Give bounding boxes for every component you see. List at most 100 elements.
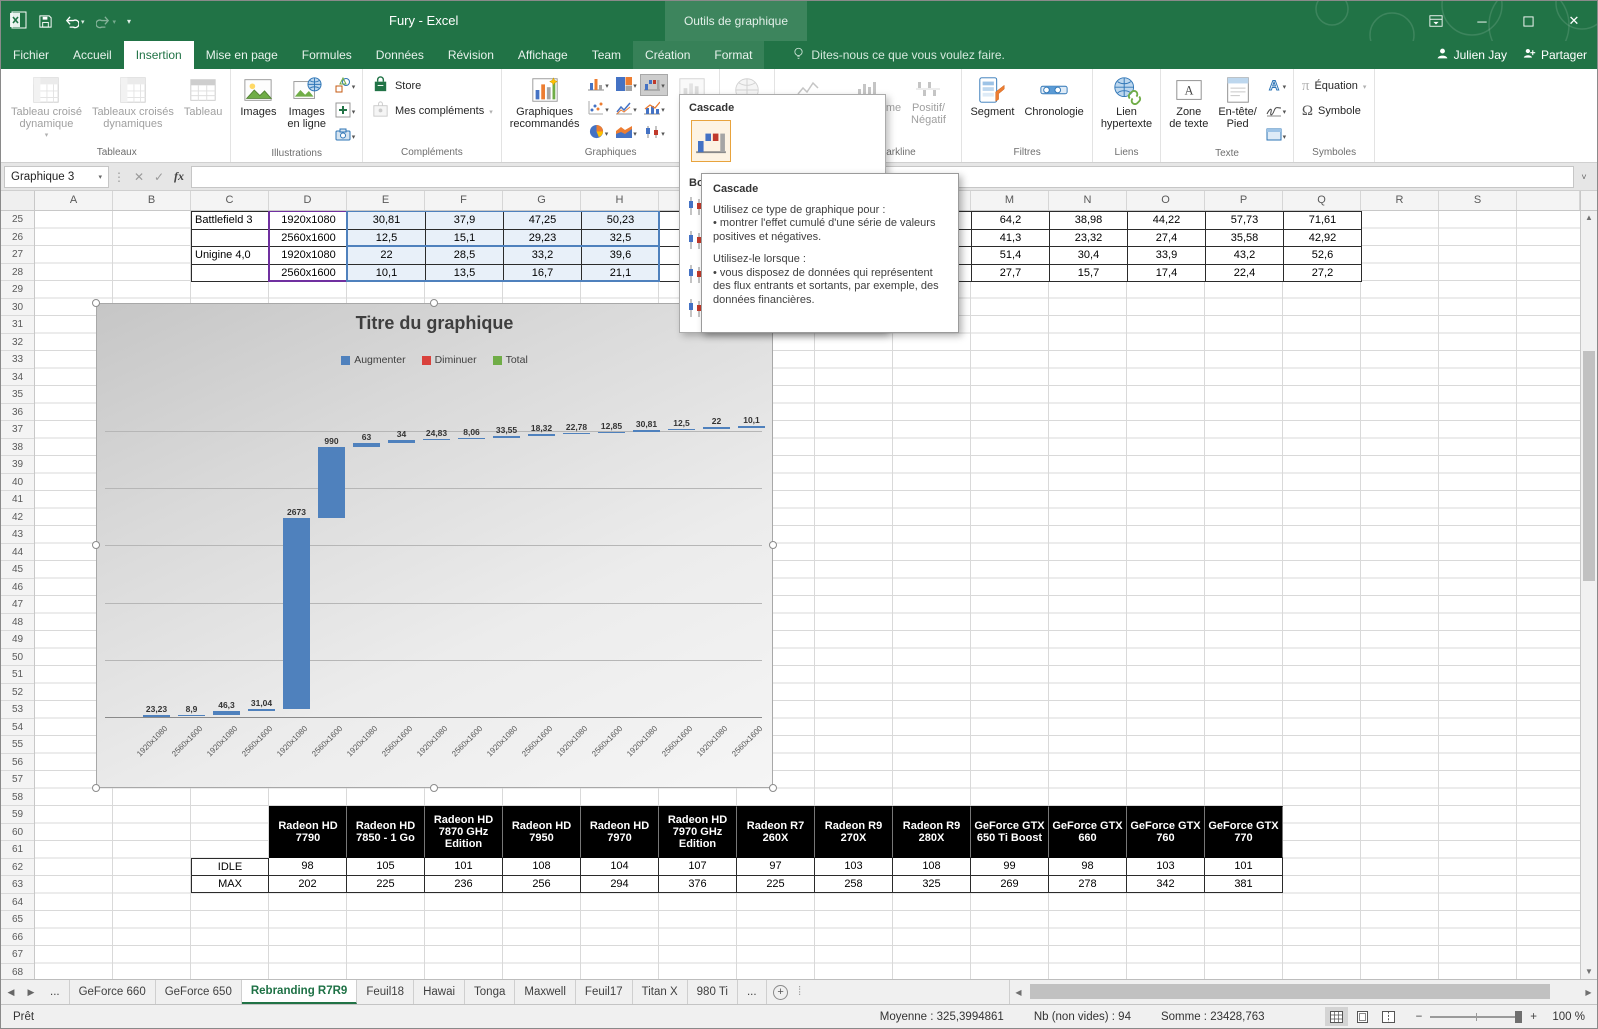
column-header-N[interactable]: N (1049, 191, 1127, 210)
row-header-40[interactable]: 40 (1, 474, 34, 492)
waterfall-bar[interactable] (213, 711, 240, 714)
gpu-cell[interactable]: 225 (737, 876, 815, 894)
cell-O26[interactable]: 27,4 (1128, 230, 1206, 248)
cell-M25[interactable]: 64,2 (972, 212, 1050, 230)
gpu-cell[interactable]: 225 (347, 876, 425, 894)
slicer-button[interactable]: Segment (965, 70, 1019, 146)
cell-M28[interactable]: 27,7 (972, 265, 1050, 283)
column-header-A[interactable]: A (35, 191, 113, 210)
cell-E25[interactable]: 30,81 (348, 212, 426, 230)
sparkline-winloss-button[interactable]: Positif/ Négatif (898, 70, 958, 146)
waterfall-bar[interactable] (528, 434, 555, 436)
cell-F25[interactable]: 37,9 (426, 212, 504, 230)
chart-graphique-3[interactable]: Titre du graphiqueAugmenterDiminuerTotal… (96, 303, 773, 788)
row-header-59[interactable]: 59 (1, 806, 34, 824)
cell-P27[interactable]: 43,2 (1206, 247, 1284, 265)
row-header-65[interactable]: 65 (1, 911, 34, 929)
tab-révision[interactable]: Révision (436, 41, 506, 69)
sheet-tab[interactable]: ... (41, 980, 70, 1004)
column-header-P[interactable]: P (1205, 191, 1283, 210)
gpu-cell[interactable]: 103 (815, 858, 893, 876)
cell-M26[interactable]: 41,3 (972, 230, 1050, 248)
waterfall-bar[interactable] (143, 715, 170, 717)
scroll-down-icon[interactable]: ▼ (1581, 965, 1597, 979)
cell-N28[interactable]: 15,7 (1050, 265, 1128, 283)
page-layout-view-button[interactable] (1351, 1007, 1374, 1026)
tell-me-search[interactable]: Dites-nous ce que vous voulez faire. (792, 41, 1004, 69)
pivot-table-button[interactable]: Tableau croisé dynamique▾ (6, 70, 87, 146)
gpu-cell[interactable]: 325 (893, 876, 971, 894)
column-header-Q[interactable]: Q (1283, 191, 1361, 210)
equation-button[interactable]: πÉquation▾ (1297, 75, 1372, 97)
row-header-29[interactable]: 29 (1, 281, 34, 299)
waterfall-bar[interactable] (248, 709, 275, 711)
insert-hierarchy-chart-button[interactable]: ▾ (612, 74, 640, 96)
name-box[interactable]: Graphique 3 ▾ (4, 166, 109, 188)
name-box-caret-icon[interactable]: ▾ (94, 173, 102, 181)
gpu-cell[interactable]: 101 (425, 858, 503, 876)
zoom-out-button[interactable]: − (1416, 1011, 1423, 1023)
selection-handle[interactable] (92, 541, 100, 549)
wordart-button[interactable]: A▾ (1262, 75, 1290, 97)
waterfall-bar[interactable] (458, 438, 485, 440)
row-header-44[interactable]: 44 (1, 544, 34, 562)
selection-handle[interactable] (92, 299, 100, 307)
waterfall-bar[interactable] (703, 427, 730, 429)
waterfall-bar[interactable] (598, 432, 625, 434)
gpu-cell[interactable]: 269 (971, 876, 1049, 894)
waterfall-bar[interactable] (738, 426, 765, 428)
tab-mise-en-page[interactable]: Mise en page (194, 41, 290, 69)
recommended-charts-button[interactable]: Graphiques recommandés (505, 70, 585, 146)
row-header-41[interactable]: 41 (1, 491, 34, 509)
tab-formules[interactable]: Formules (290, 41, 364, 69)
row-header-47[interactable]: 47 (1, 596, 34, 614)
sheet-nav-right-icon[interactable]: ▶ (21, 980, 41, 1004)
waterfall-bar[interactable] (388, 440, 415, 442)
gpu-cell[interactable]: 294 (581, 876, 659, 894)
row-header-60[interactable]: 60 (1, 824, 34, 842)
tab-team[interactable]: Team (580, 41, 633, 69)
insert-stock-chart-button[interactable]: ▾ (640, 122, 668, 144)
row-header-67[interactable]: 67 (1, 946, 34, 964)
images-button[interactable]: Images (234, 70, 282, 147)
gpu-cell[interactable]: 256 (503, 876, 581, 894)
tab-fichier[interactable]: Fichier (1, 41, 61, 69)
add-sheet-button[interactable]: + (767, 980, 795, 1004)
selection-handle[interactable] (430, 784, 438, 792)
cell-E27[interactable]: 22 (348, 247, 426, 265)
gpu-row-label[interactable]: IDLE (191, 858, 269, 876)
column-header-R[interactable]: R (1361, 191, 1439, 210)
row-header-38[interactable]: 38 (1, 439, 34, 457)
sheet-tab[interactable]: Hawai (414, 980, 465, 1004)
cell-H25[interactable]: 50,23 (582, 212, 660, 230)
row-header-45[interactable]: 45 (1, 561, 34, 579)
redo-button[interactable]: ▾ (96, 14, 117, 29)
row-header-27[interactable]: 27 (1, 246, 34, 264)
cell-C28[interactable] (192, 265, 270, 283)
cell-P28[interactable]: 22,4 (1206, 265, 1284, 283)
waterfall-bar[interactable] (563, 433, 590, 435)
row-header-37[interactable]: 37 (1, 421, 34, 439)
cell-O25[interactable]: 44,22 (1128, 212, 1206, 230)
row-header-39[interactable]: 39 (1, 456, 34, 474)
signature-line-button[interactable]: ▾ (1262, 100, 1290, 122)
scroll-up-icon[interactable]: ▲ (1581, 211, 1597, 225)
cell-N26[interactable]: 23,32 (1050, 230, 1128, 248)
cell-G25[interactable]: 47,25 (504, 212, 582, 230)
cell-F26[interactable]: 15,1 (426, 230, 504, 248)
online-images-button[interactable]: Images en ligne (282, 70, 331, 147)
vertical-scrollbar[interactable]: ▲ ▼ (1580, 211, 1597, 979)
zoom-slider-thumb[interactable] (1515, 1011, 1522, 1023)
object-button[interactable]: ▾ (1262, 125, 1290, 147)
undo-button[interactable]: ▾ (64, 14, 85, 29)
insert-function-button[interactable]: fx (169, 169, 189, 184)
gpu-cell[interactable]: 101 (1205, 858, 1283, 876)
row-header-30[interactable]: 30 (1, 299, 34, 317)
insert-pie-chart-button[interactable]: ▾ (584, 122, 612, 144)
row-header-28[interactable]: 28 (1, 264, 34, 282)
waterfall-bar[interactable] (353, 443, 380, 448)
row-header-26[interactable]: 26 (1, 229, 34, 247)
sheet-tab[interactable]: GeForce 650 (156, 980, 242, 1004)
row-header-62[interactable]: 62 (1, 859, 34, 877)
minimize-button[interactable]: ─ (1459, 1, 1505, 41)
